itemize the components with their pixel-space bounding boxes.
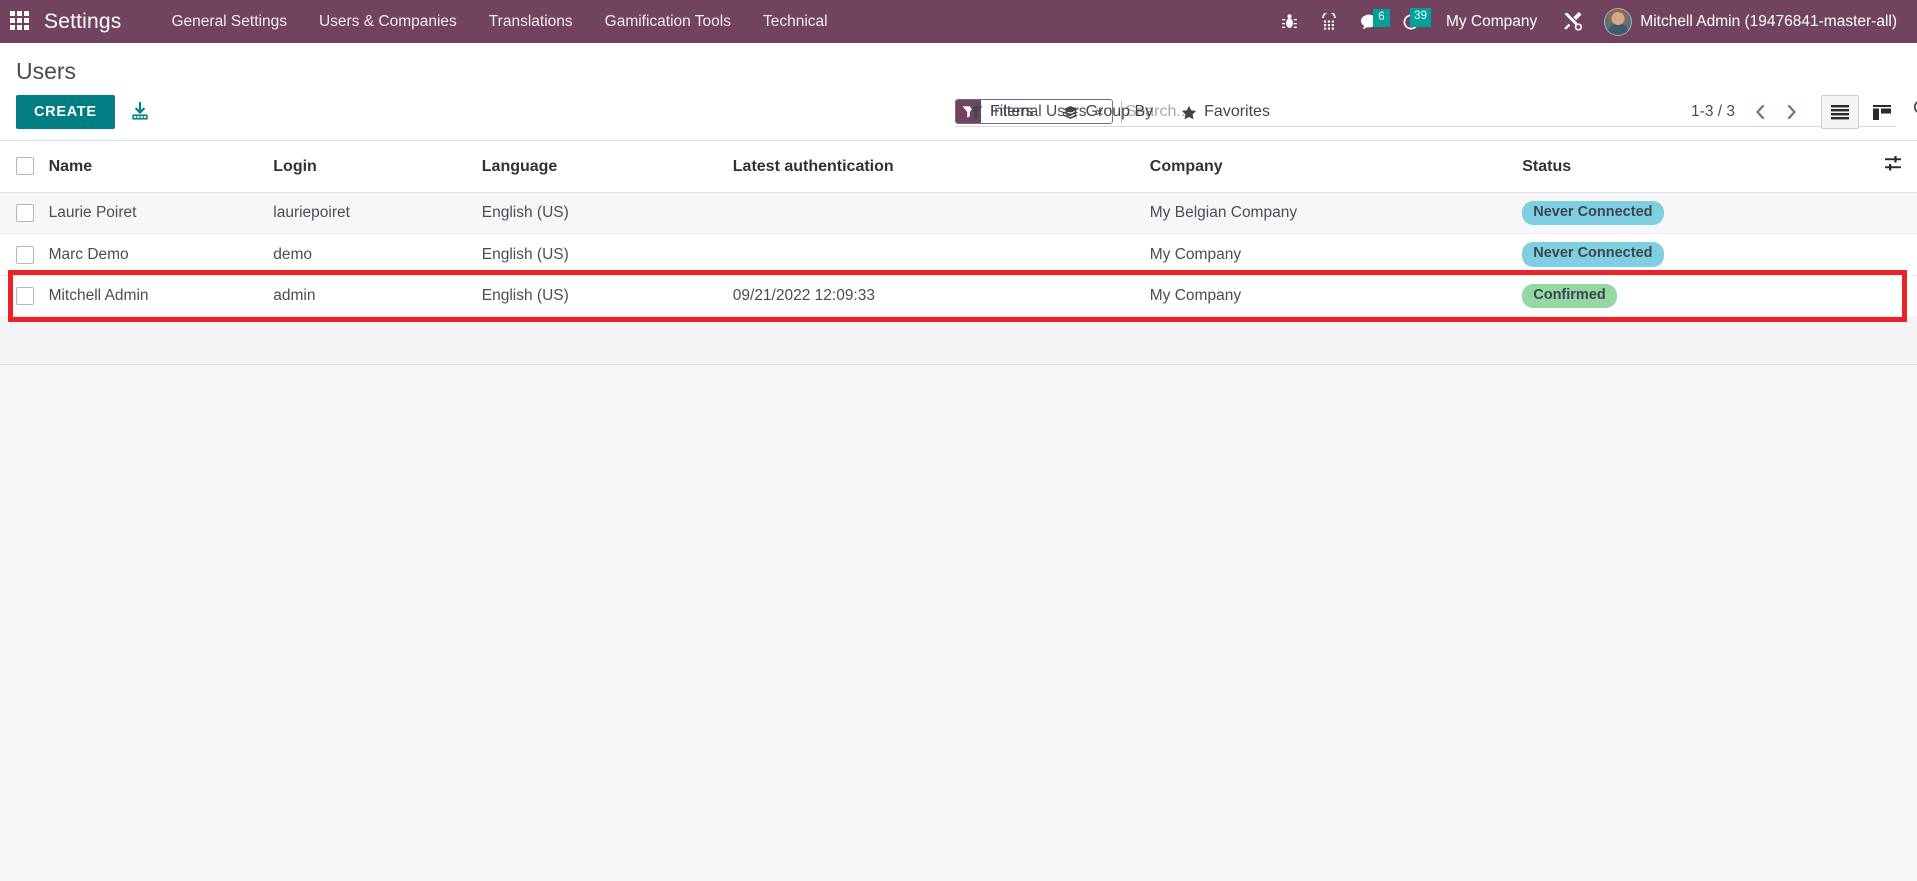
cell-latest-authentication: [732, 192, 1150, 235]
cell-spacer: [1856, 275, 1917, 318]
status-badge: Never Connected: [1522, 242, 1664, 267]
optional-columns-header: [1856, 141, 1917, 193]
page-background: [0, 365, 1917, 881]
star-icon: [1181, 105, 1197, 119]
filter-funnel-icon: [969, 106, 983, 119]
cell-spacer: [1856, 233, 1917, 276]
cell-latest-authentication: 09/21/2022 12:09:33: [732, 275, 1150, 318]
create-button[interactable]: CREATE: [16, 95, 115, 129]
cell-status: Confirmed: [1522, 275, 1857, 318]
layers-icon: [1062, 105, 1078, 119]
cell-login: lauriepoiret: [273, 192, 482, 235]
users-list-view: Name Login Language Latest authenticatio…: [0, 141, 1917, 322]
apps-grid-icon[interactable]: [10, 10, 32, 33]
cell-login: demo: [273, 233, 482, 276]
menu-item-gamification-tools[interactable]: Gamification Tools: [589, 2, 747, 42]
table-row[interactable]: Laurie Poiret lauriepoiret English (US) …: [0, 192, 1917, 235]
menu-item-users-companies[interactable]: Users & Companies: [303, 2, 473, 42]
status-badge: Never Connected: [1522, 201, 1664, 226]
activities-clock-icon[interactable]: 39: [1391, 6, 1432, 37]
cell-language: English (US): [481, 192, 733, 235]
bug-icon[interactable]: [1270, 7, 1309, 37]
list-footer-area: [0, 317, 1917, 366]
column-header-language[interactable]: Language: [481, 141, 733, 193]
favorites-label: Favorites: [1204, 103, 1270, 120]
table-row[interactable]: Marc Demo demo English (US) My Company N…: [0, 233, 1917, 276]
navbar-right-section: 6 39 My Company Mitchell Admin (19476841…: [1270, 3, 1903, 41]
app-brand-settings[interactable]: Settings: [44, 10, 121, 34]
status-badge: Confirmed: [1522, 283, 1617, 309]
control-panel-bottom-row: CREATE Filters Group By Favorites 1-3 / …: [0, 89, 1917, 140]
list-view-button[interactable]: [1821, 95, 1859, 129]
table-row[interactable]: Mitchell Admin admin English (US) 09/21/…: [0, 275, 1917, 318]
cell-spacer: [1856, 192, 1917, 235]
pager-counter: 1-3 / 3: [1691, 103, 1735, 120]
cell-company: My Company: [1149, 275, 1523, 318]
sliders-icon[interactable]: [1883, 155, 1903, 173]
filters-label: Filters: [990, 103, 1034, 120]
select-all-checkbox[interactable]: [16, 157, 34, 176]
cell-login: admin: [273, 275, 482, 318]
import-icon[interactable]: [129, 101, 151, 123]
table-body: Laurie Poiret lauriepoiret English (US) …: [0, 192, 1917, 318]
menu-item-translations[interactable]: Translations: [473, 2, 589, 42]
cell-latest-authentication: [732, 233, 1150, 276]
table-header-row: Name Login Language Latest authenticatio…: [0, 141, 1917, 193]
cell-name: Mitchell Admin: [48, 275, 274, 318]
control-panel: Users Internal Users × CREATE: [0, 43, 1917, 141]
column-header-name[interactable]: Name: [48, 141, 274, 193]
username-label: Mitchell Admin (19476841-master-all): [1640, 12, 1897, 30]
row-checkbox[interactable]: [16, 286, 34, 305]
messages-icon[interactable]: 6: [1349, 7, 1391, 37]
cell-language: English (US): [481, 275, 733, 318]
cell-company: My Company: [1149, 233, 1523, 276]
column-header-status[interactable]: Status: [1522, 141, 1857, 193]
kanban-icon: [1873, 104, 1891, 120]
control-panel-top-row: Users: [0, 43, 1917, 89]
view-switcher: [1821, 95, 1901, 129]
company-switcher[interactable]: My Company: [1432, 3, 1551, 41]
menu-item-general-settings[interactable]: General Settings: [155, 2, 302, 42]
kanban-view-button[interactable]: [1863, 95, 1901, 129]
column-header-company[interactable]: Company: [1149, 141, 1523, 193]
users-table: Name Login Language Latest authenticatio…: [0, 141, 1917, 318]
row-select-cell: [0, 192, 49, 235]
cell-name: Marc Demo: [48, 233, 274, 276]
groupby-label: Group By: [1085, 103, 1154, 120]
cell-name: Laurie Poiret: [48, 192, 274, 235]
activities-badge-count: 39: [1410, 8, 1431, 27]
list-icon: [1831, 105, 1849, 120]
row-select-cell: [0, 275, 49, 318]
messages-badge-count: 6: [1372, 8, 1390, 27]
column-header-login[interactable]: Login: [273, 141, 482, 193]
avatar: [1604, 7, 1633, 36]
user-menu[interactable]: Mitchell Admin (19476841-master-all): [1594, 4, 1903, 40]
select-all-header: [0, 141, 49, 193]
filters-dropdown[interactable]: Filters: [955, 99, 1048, 125]
dialpad-icon[interactable]: [1309, 7, 1349, 37]
cell-status: Never Connected: [1522, 233, 1857, 276]
tools-wrench-icon[interactable]: [1551, 5, 1594, 38]
pager-and-views: 1-3 / 3: [1691, 95, 1901, 129]
row-select-cell: [0, 233, 49, 276]
search-dropdowns: Filters Group By Favorites: [955, 99, 1284, 125]
top-navbar: Settings General Settings Users & Compan…: [0, 0, 1917, 43]
cell-company: My Belgian Company: [1149, 192, 1523, 235]
page-title: Users: [16, 58, 77, 84]
cell-language: English (US): [481, 233, 733, 276]
main-menu: General Settings Users & Companies Trans…: [155, 2, 843, 42]
cell-status: Never Connected: [1522, 192, 1857, 235]
groupby-dropdown[interactable]: Group By: [1048, 99, 1168, 125]
pager-next-button[interactable]: [1776, 101, 1807, 123]
row-checkbox[interactable]: [16, 245, 34, 264]
row-checkbox[interactable]: [16, 204, 34, 223]
pager-previous-button[interactable]: [1745, 101, 1776, 123]
column-header-latest-authentication[interactable]: Latest authentication: [732, 141, 1150, 193]
favorites-dropdown[interactable]: Favorites: [1167, 99, 1284, 125]
menu-item-technical[interactable]: Technical: [747, 2, 844, 42]
table-header: Name Login Language Latest authenticatio…: [0, 141, 1917, 193]
